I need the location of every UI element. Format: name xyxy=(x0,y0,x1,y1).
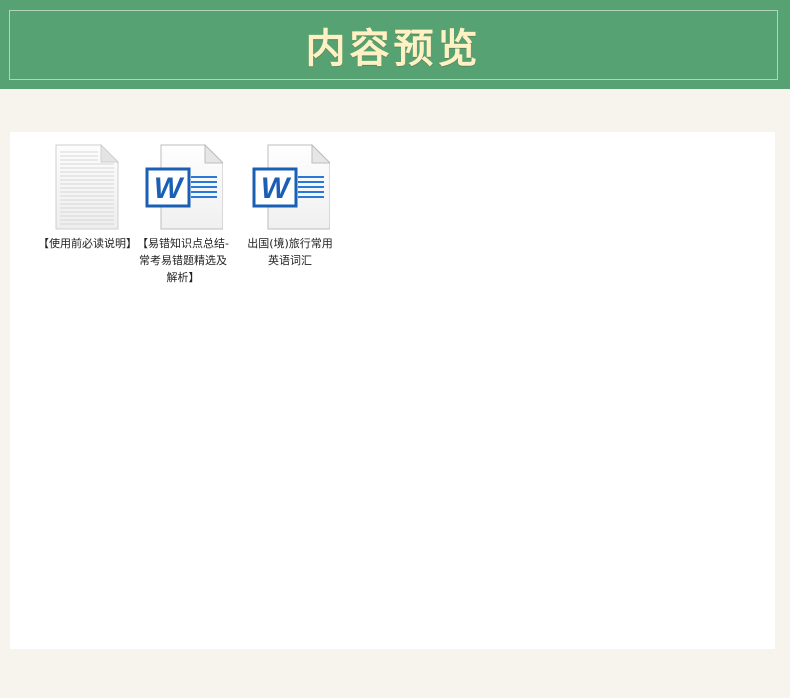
file-item-travel-vocabulary[interactable]: W 出国(境)旅行常用英语词汇 xyxy=(240,144,340,269)
page-header: 内容预览 xyxy=(0,0,790,89)
file-name: 【易错知识点总结-常考易错题精选及解析】 xyxy=(137,237,229,284)
file-item-usage-notes[interactable]: 【使用前必读说明】 xyxy=(36,144,137,252)
page-title: 内容预览 xyxy=(305,25,482,72)
file-name: 出国(境)旅行常用英语词汇 xyxy=(247,237,333,267)
file-name: 【使用前必读说明】 xyxy=(38,237,137,250)
svg-text:W: W xyxy=(261,172,292,205)
file-preview-panel: 【使用前必读说明】 W 【易错知识点总结-常考易错题精选及解析】 W 出国(境)… xyxy=(10,132,775,649)
word-document-icon: W xyxy=(145,144,223,230)
file-item-error-summary[interactable]: W 【易错知识点总结-常考易错题精选及解析】 xyxy=(133,144,233,286)
text-document-icon xyxy=(55,144,120,230)
svg-text:W: W xyxy=(154,172,185,205)
header-frame: 内容预览 xyxy=(9,10,778,80)
word-document-icon: W xyxy=(252,144,330,230)
